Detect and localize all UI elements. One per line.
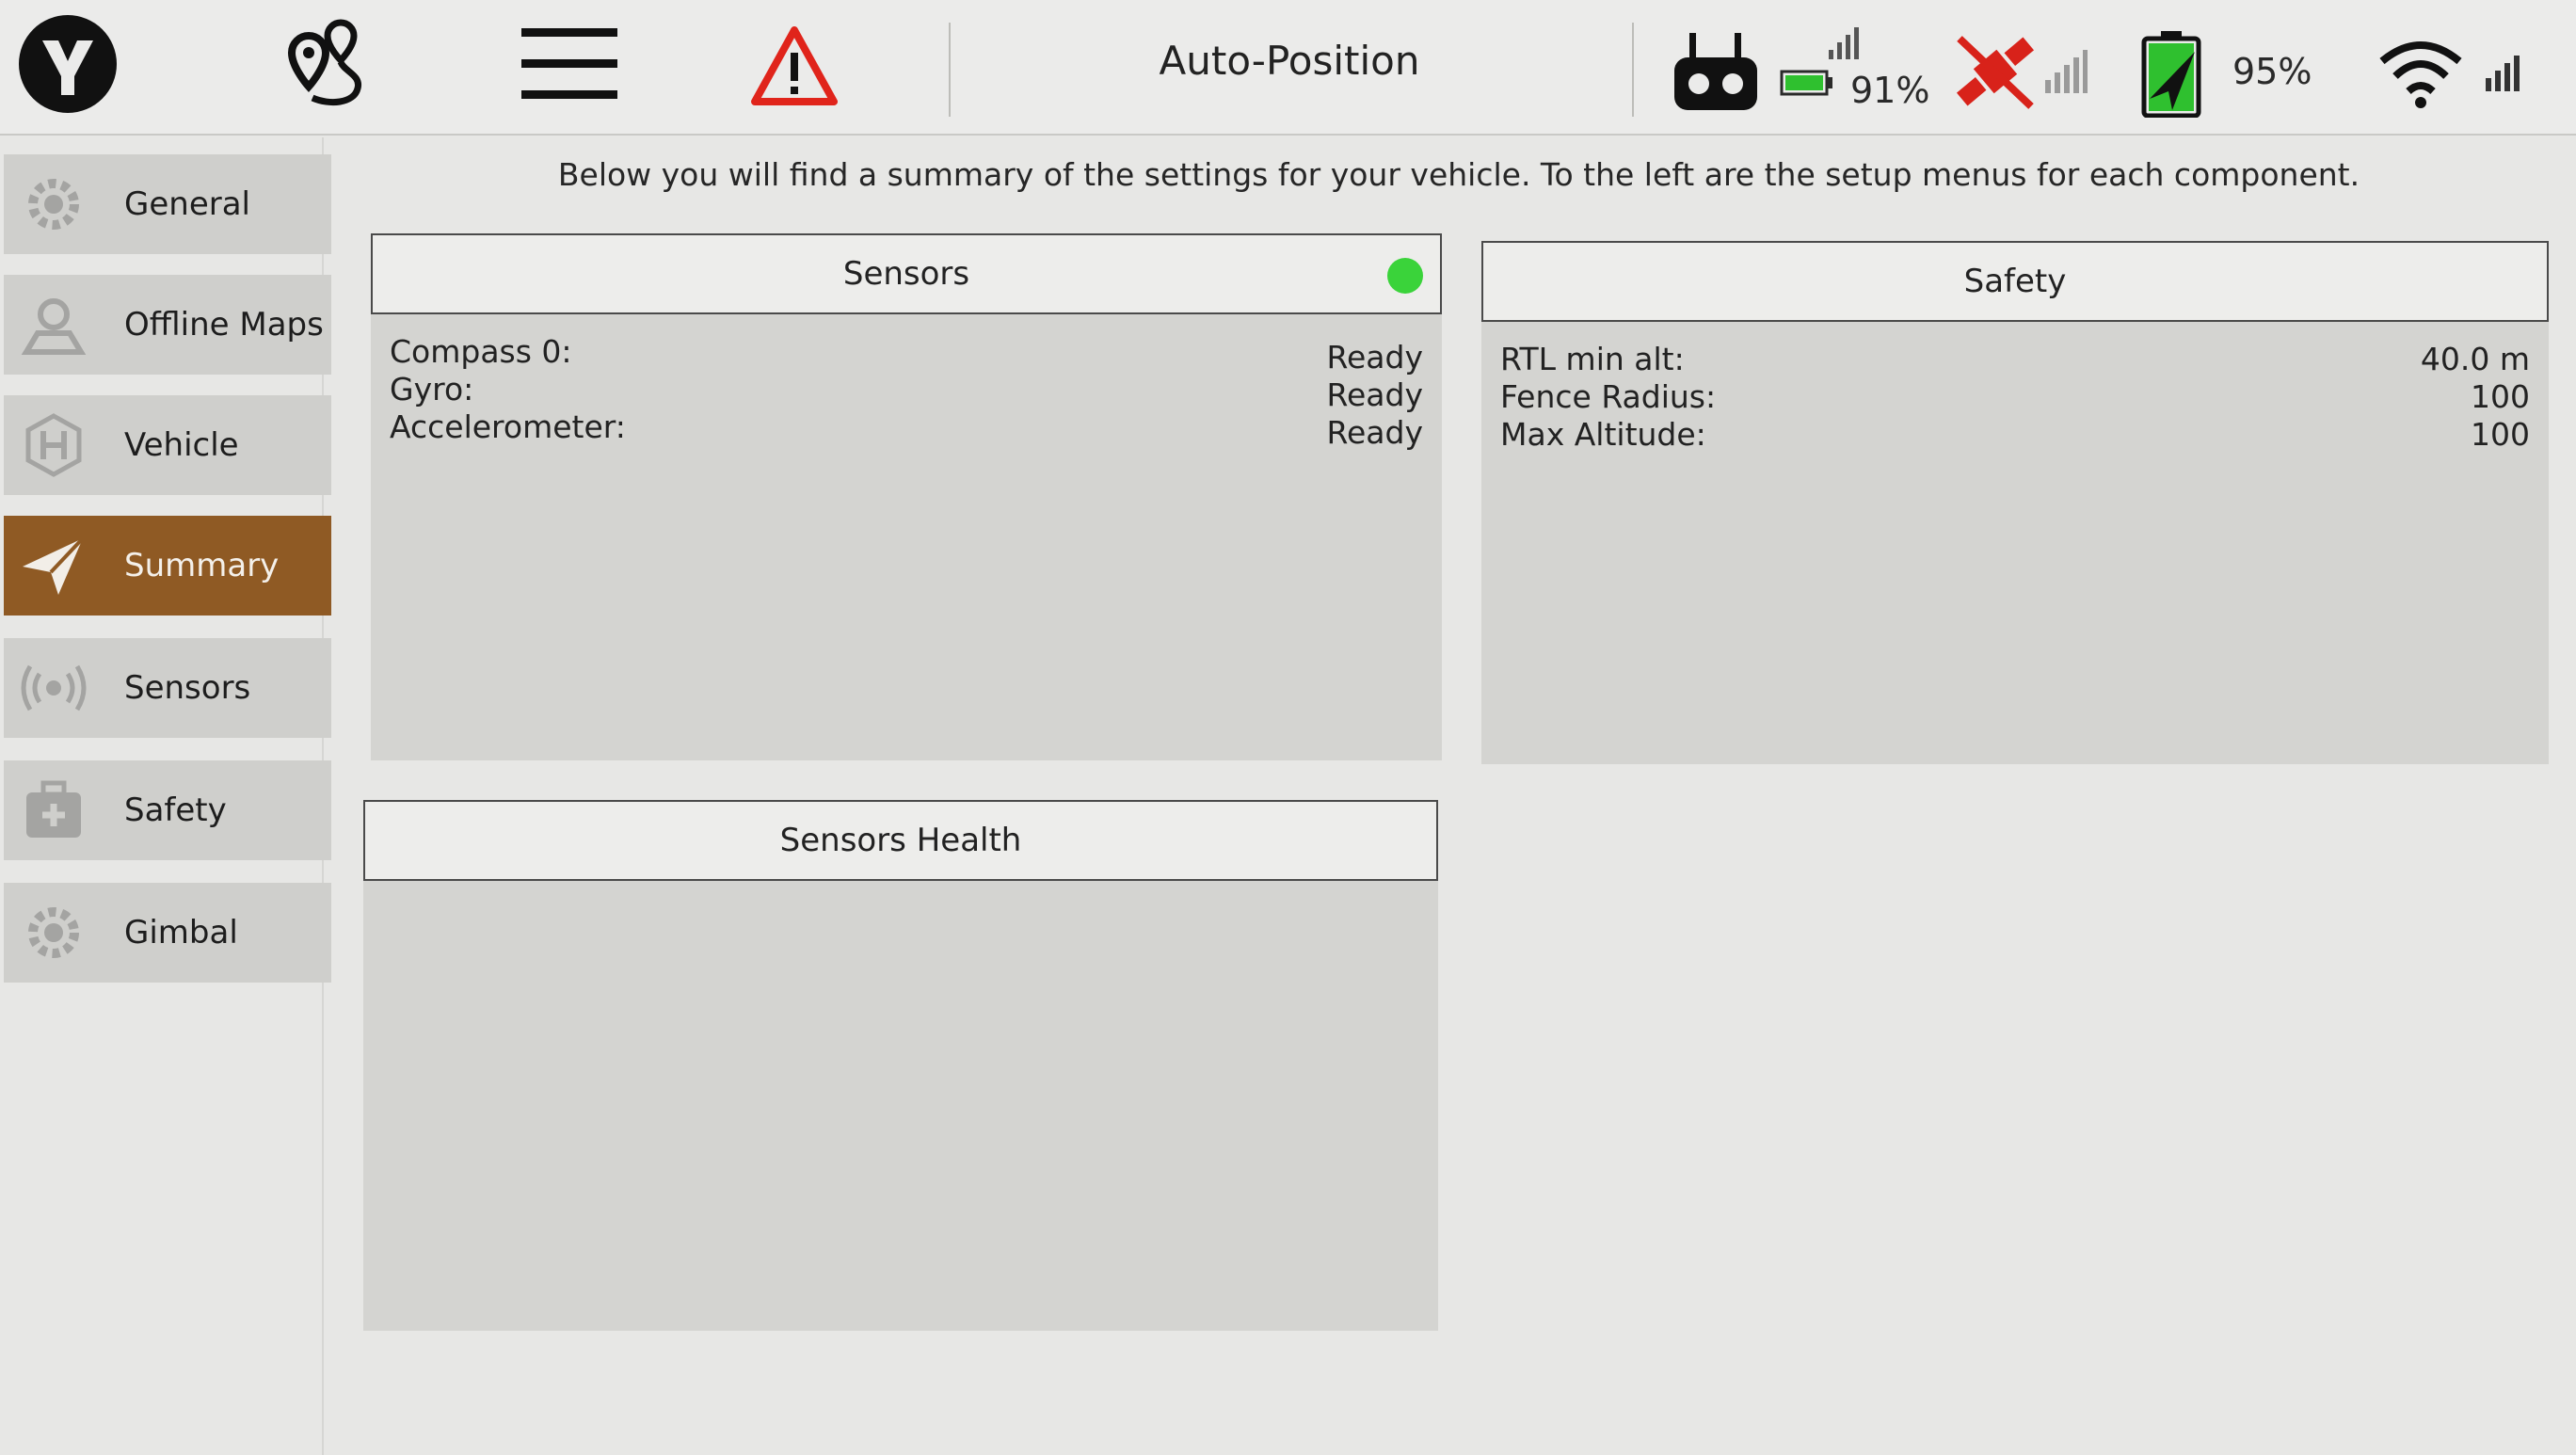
sensor-name: Accelerometer: — [390, 408, 626, 445]
rc-controller-icon[interactable] — [1672, 28, 1760, 115]
sensors-health-panel: Sensors Health — [363, 800, 1438, 1331]
top-toolbar: Auto-Position 91% 95% — [0, 0, 2576, 136]
sidebar-item-label: Vehicle — [124, 426, 239, 464]
sidebar-item-label: Gimbal — [124, 914, 238, 951]
sensors-health-panel-header[interactable]: Sensors Health — [363, 800, 1438, 881]
warning-icon[interactable] — [747, 23, 841, 109]
gps-off-icon[interactable] — [1946, 26, 2044, 117]
panel-title: Sensors — [842, 255, 970, 293]
summary-intro-text: Below you will find a summary of the set… — [557, 156, 2360, 193]
gps-signal-icon — [2042, 47, 2089, 96]
safety-panel-header[interactable]: Safety — [1481, 241, 2549, 322]
wifi-icon[interactable] — [2377, 38, 2464, 109]
sidebar-item-offline-maps[interactable]: Offline Maps — [4, 275, 331, 375]
wifi-signal-icon — [2483, 49, 2528, 94]
sensors-panel-header[interactable]: Sensors — [371, 233, 1442, 314]
sidebar-item-summary[interactable]: Summary — [4, 516, 331, 616]
sidebar-item-label: Summary — [124, 547, 280, 584]
paper-plane-icon — [23, 536, 85, 595]
sensor-icon — [21, 664, 87, 712]
toolbar-divider — [949, 23, 951, 117]
yuneec-logo-icon[interactable] — [13, 9, 122, 119]
safety-setting-value: 100 — [2471, 378, 2530, 415]
gear-icon — [28, 179, 79, 230]
battery-icon[interactable] — [2136, 28, 2206, 119]
sidebar-item-label: Safety — [124, 791, 227, 829]
toolbar-divider — [1632, 23, 1634, 117]
sensor-status: Ready — [1326, 414, 1423, 451]
sensor-name: Compass 0: — [390, 333, 572, 370]
rc-battery-percent: 91% — [1850, 70, 1930, 111]
safety-row: RTL min alt: 40.0 m — [1500, 341, 2530, 378]
safety-row: Fence Radius: 100 — [1500, 378, 2530, 416]
gear-icon — [28, 907, 79, 958]
rc-signal-icon — [1826, 24, 1864, 62]
sidebar-item-sensors[interactable]: Sensors — [4, 638, 331, 738]
sidebar-item-general[interactable]: General — [4, 154, 331, 254]
safety-setting-name: Max Altitude: — [1500, 416, 1706, 453]
sensors-status-dot — [1387, 258, 1423, 294]
safety-row: Max Altitude: 100 — [1500, 416, 2530, 454]
menu-icon[interactable] — [518, 24, 621, 104]
rc-battery-icon — [1779, 64, 1835, 102]
safety-setting-value: 100 — [2471, 416, 2530, 453]
sidebar-item-label: General — [124, 185, 250, 223]
sidebar-item-label: Offline Maps — [124, 306, 324, 344]
vehicle-battery-percent: 95% — [2232, 51, 2312, 92]
safety-setting-value: 40.0 m — [2420, 341, 2530, 377]
panel-title: Safety — [1963, 263, 2067, 300]
sensors-panel: Sensors Compass 0: Ready Gyro: Ready Acc… — [371, 233, 1442, 760]
sidebar-item-vehicle[interactable]: Vehicle — [4, 395, 331, 495]
sensor-row: Accelerometer: Ready — [390, 408, 1423, 451]
plan-view-icon[interactable] — [262, 13, 375, 117]
safety-setting-name: Fence Radius: — [1500, 378, 1717, 415]
sidebar-item-label: Sensors — [124, 669, 251, 707]
vehicle-icon — [25, 413, 82, 477]
safety-setting-name: RTL min alt: — [1500, 341, 1685, 377]
sidebar-item-gimbal[interactable]: Gimbal — [4, 883, 331, 983]
map-icon — [21, 298, 87, 355]
flight-mode-label[interactable]: Auto-Position — [998, 38, 1581, 84]
sensor-row: Compass 0: Ready — [390, 333, 1423, 376]
panel-title: Sensors Health — [779, 822, 1022, 859]
sidebar-item-safety[interactable]: Safety — [4, 760, 331, 860]
safety-icon — [26, 780, 81, 838]
sensor-row: Gyro: Ready — [390, 371, 1423, 413]
sensor-name: Gyro: — [390, 371, 474, 408]
safety-panel: Safety RTL min alt: 40.0 m Fence Radius:… — [1481, 241, 2549, 764]
